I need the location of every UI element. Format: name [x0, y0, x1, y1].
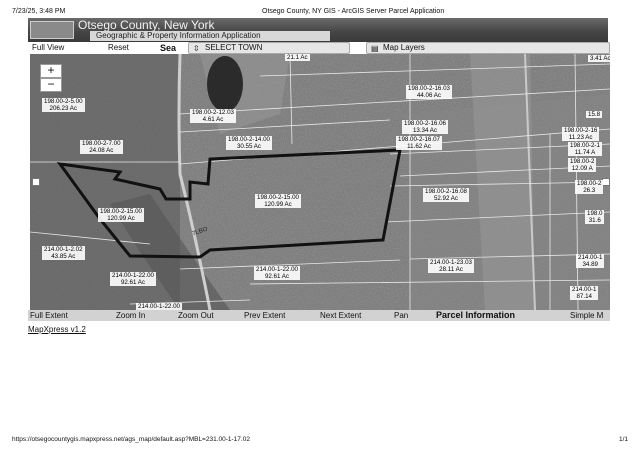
prev-extent-button[interactable]: Prev Extent	[244, 310, 285, 321]
parcel-label[interactable]: 214.00-1-2.02 43.85 Ac	[42, 246, 85, 260]
parcel-label[interactable]: 198.00-2-7.00 24.08 Ac	[80, 140, 123, 154]
select-town-label: SELECT TOWN	[205, 43, 263, 52]
parcel-label[interactable]: 198.00-2-16.03 44.06 Ac	[406, 85, 452, 99]
parcel-label[interactable]: 198.00-2-12.03 4.61 Ac	[190, 109, 236, 123]
pond-shape	[207, 56, 243, 112]
parcel-label[interactable]: 198.00-2-16.07 11.62 Ac	[396, 136, 442, 150]
print-page-title: Otsego County, NY GIS - ArcGIS Server Pa…	[262, 8, 445, 15]
next-extent-button[interactable]: Next Extent	[320, 310, 361, 321]
full-view-button[interactable]: Full View	[32, 42, 64, 54]
parcel-information-tool[interactable]: Parcel Information	[436, 310, 515, 321]
parcel-label[interactable]: 198.00-2-1 11.74 A	[568, 142, 602, 156]
select-town-button[interactable]: ⇳ SELECT TOWN	[188, 42, 350, 54]
banner-subtitle: Geographic & Property Information Applic…	[90, 31, 330, 41]
full-extent-button[interactable]: Full Extent	[30, 310, 68, 321]
parcel-label[interactable]: 214.00-1-23.03 28.11 Ac	[428, 259, 474, 273]
print-url: https://otsegocountygis.mapxpress.net/ag…	[12, 436, 250, 443]
search-tab[interactable]: Sea	[160, 42, 176, 54]
zoom-in-button[interactable]: +	[40, 64, 62, 78]
print-timestamp: 7/23/25, 3:48 PM	[12, 8, 66, 15]
zoom-in-tool[interactable]: Zoom In	[116, 310, 145, 321]
layers-icon: ▤	[371, 44, 379, 53]
simple-mode-button[interactable]: Simple M	[570, 310, 603, 321]
parcel-label[interactable]: 198.0 31.6	[585, 210, 605, 224]
zoom-out-tool[interactable]: Zoom Out	[178, 310, 214, 321]
reset-button[interactable]: Reset	[108, 42, 129, 54]
banner-county-name: Otsego County, New York	[78, 18, 215, 32]
bottom-toolbar: Full Extent Zoom In Zoom Out Prev Extent…	[28, 310, 610, 321]
page-number: 1/1	[618, 436, 628, 443]
map-view[interactable]: + − 7LBO 21.1 Ac 3.41 Ac 198.00-2-5.00 20…	[30, 54, 610, 310]
parcel-label[interactable]: 214.00-1-22.00 92.61 Ac	[110, 272, 156, 286]
parcel-label[interactable]: 198.00-2-16 11.23 Ac	[562, 127, 600, 141]
parcel-label[interactable]: 3.41 Ac	[588, 55, 610, 62]
map-layers-button[interactable]: ▤ Map Layers	[366, 42, 610, 54]
parcel-label[interactable]: 198.00-2 26.3	[575, 180, 604, 194]
town-selector-icon: ⇳	[193, 44, 200, 53]
parcel-label[interactable]: 214.00-1 87.14	[570, 286, 599, 300]
print-header: 7/23/25, 3:48 PM Otsego County, NY GIS -…	[12, 8, 628, 18]
parcel-label[interactable]: 198.00-2 12.09 A	[568, 158, 597, 172]
parcel-label[interactable]: 198.00-2-14.00 30.55 Ac	[226, 136, 272, 150]
parcel-label[interactable]: 214.00-1-22.00	[136, 303, 182, 310]
parcel-label[interactable]: 198.00-2-5.00 206.23 Ac	[42, 98, 85, 112]
parcel-label[interactable]: 198.00-2-16.08 52.92 Ac	[423, 188, 469, 202]
county-logo-icon	[30, 21, 74, 39]
parcel-label[interactable]: 214.00-1-22.00 92.61 Ac	[254, 266, 300, 280]
map-layers-label: Map Layers	[383, 43, 425, 52]
parcel-label[interactable]: 198.00-2-16.06 13.34 Ac	[402, 120, 448, 134]
zoom-out-button[interactable]: −	[40, 78, 62, 92]
top-toolbar: Full View Reset Sea ⇳ SELECT TOWN ▤ Map …	[28, 42, 610, 54]
parcel-label[interactable]: 214.00-1 34.89	[576, 254, 605, 268]
app-banner: Otsego County, New York Geographic & Pro…	[28, 18, 608, 42]
pan-tool[interactable]: Pan	[394, 310, 408, 321]
pan-west-handle[interactable]	[32, 178, 40, 186]
parcel-label[interactable]: 15.8	[586, 111, 603, 118]
mapxpress-version-link[interactable]: MapXpress v1.2	[28, 325, 86, 334]
parcel-label[interactable]: 198.00-2-15.00 120.99 Ac	[255, 194, 301, 208]
parcel-label[interactable]: 198.00-2-15.00 120.99 Ac	[98, 208, 144, 222]
parcel-label[interactable]: 21.1 Ac	[285, 54, 310, 61]
